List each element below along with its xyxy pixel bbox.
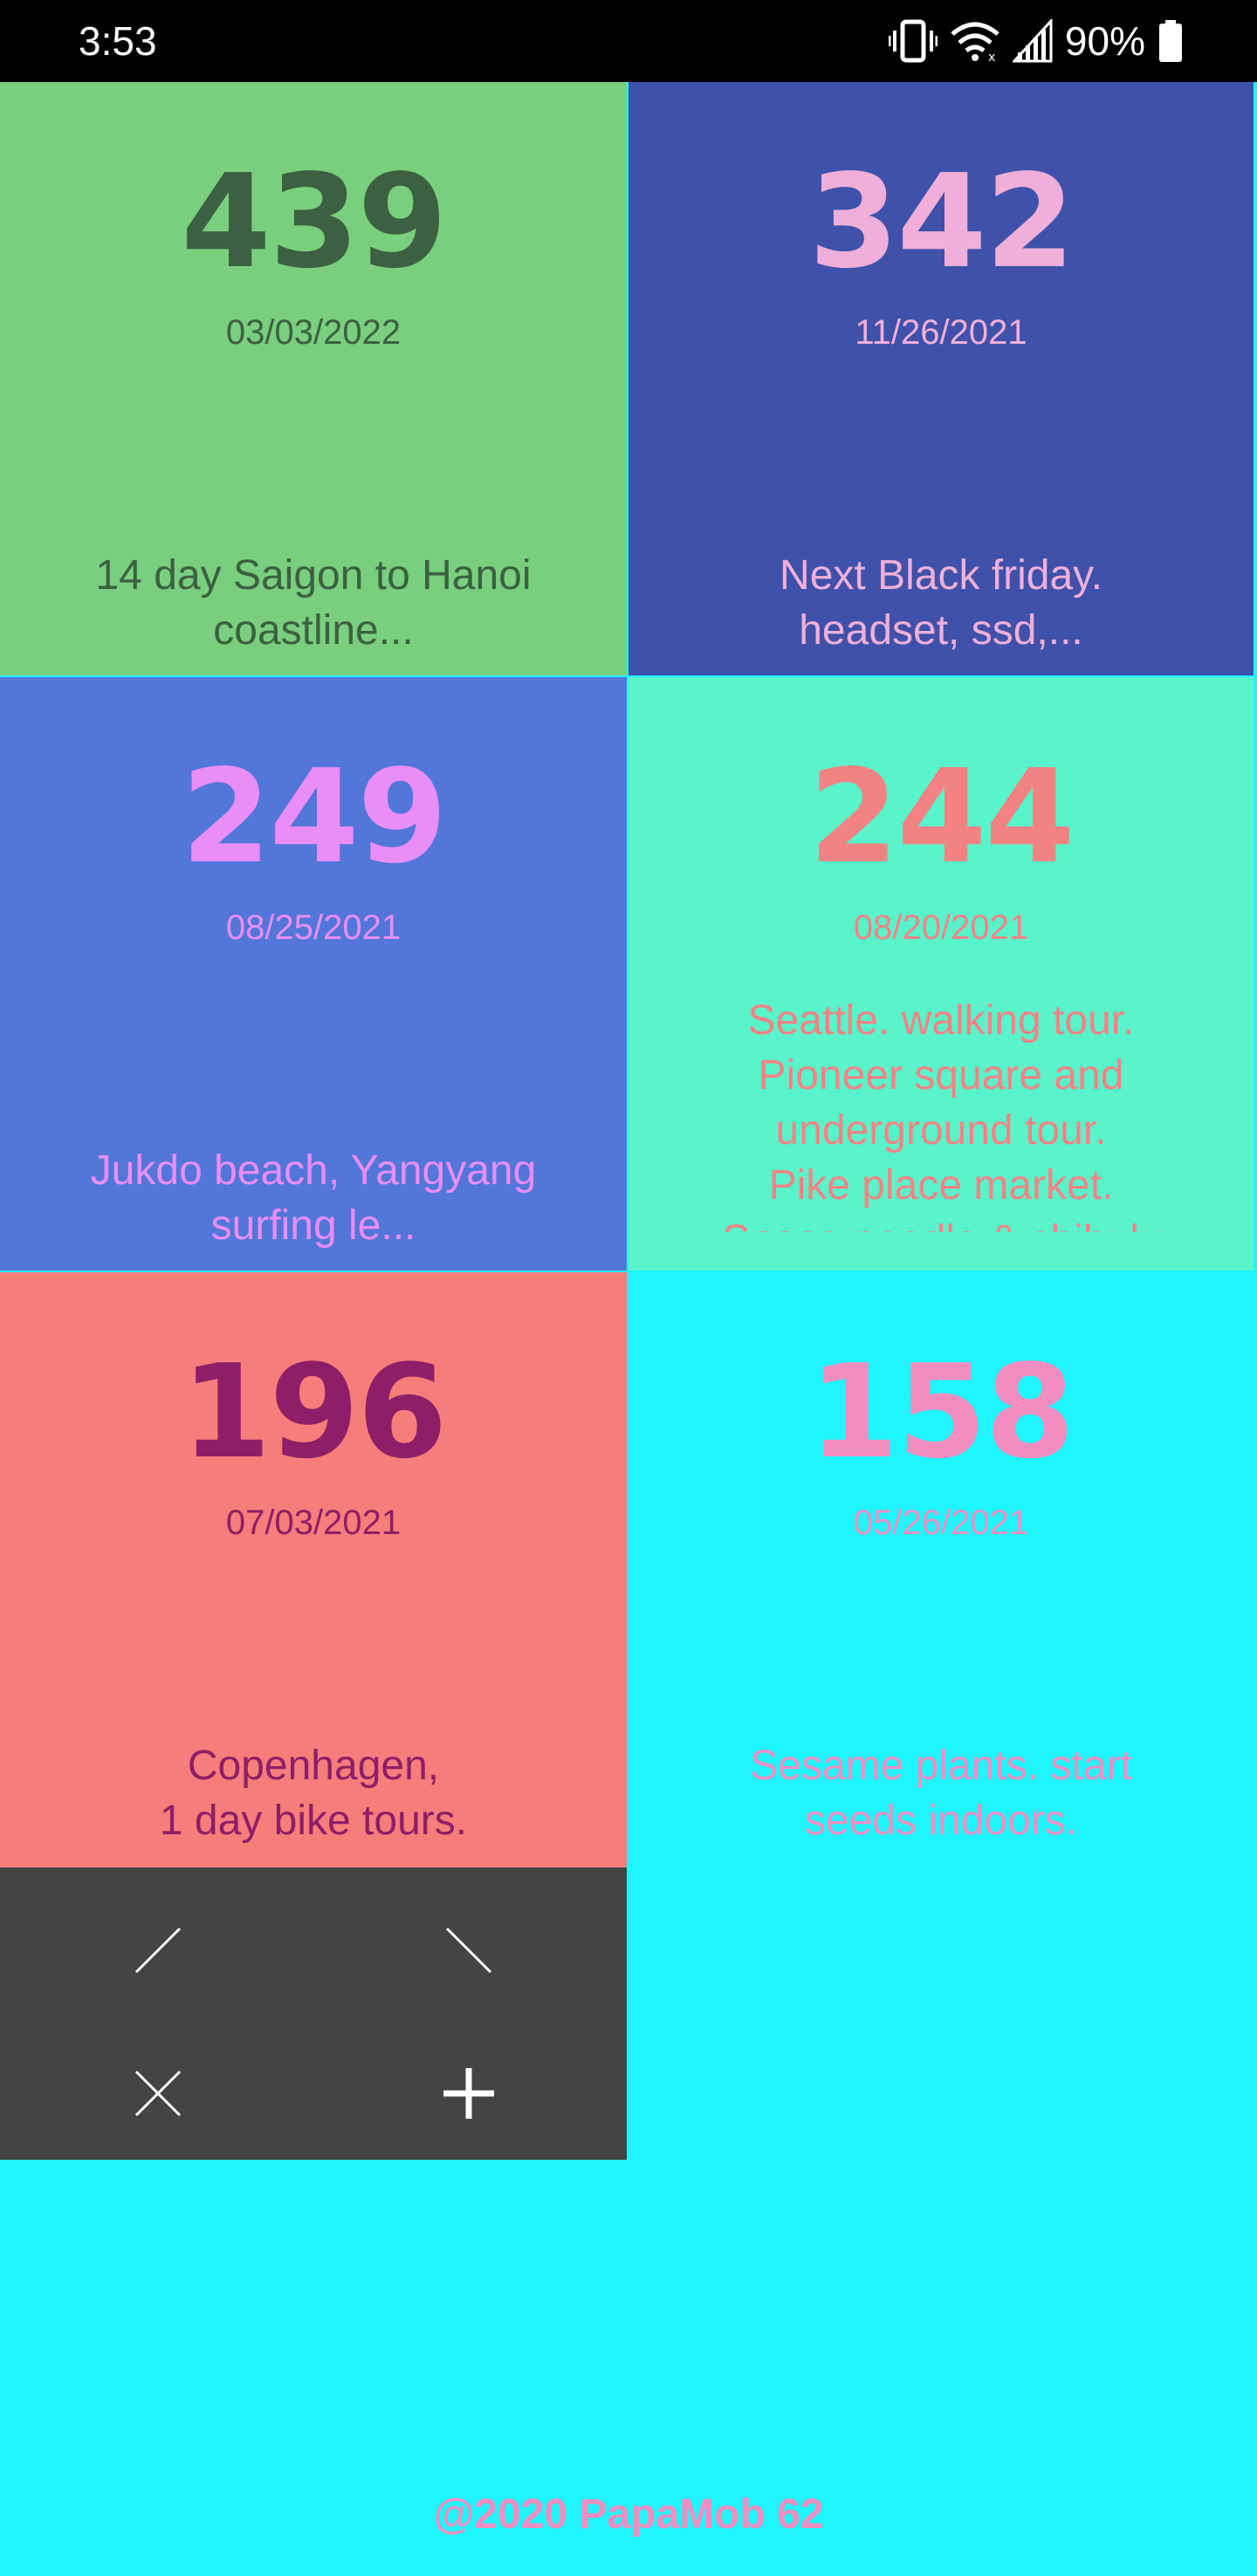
delete-button[interactable]: [119, 2054, 197, 2133]
tile-note: Next Black friday. headset, ssd,...: [780, 552, 1102, 654]
status-icons: x 90%: [888, 16, 1184, 66]
tile-date: 05/26/2021: [853, 1504, 1029, 1542]
tile-note: Jukdo beach, Yangyang surfing le...: [90, 1148, 537, 1249]
screen: 3:53 x 90% 439 03/03/2022 14 day Saigon …: [0, 0, 1257, 2576]
battery-percent: 90%: [1064, 18, 1145, 64]
tile-date: 11/26/2021: [855, 313, 1027, 352]
vibrate-icon: [888, 19, 938, 63]
svg-text:x: x: [988, 51, 995, 63]
counter-tile[interactable]: 244 08/20/2021 Seattle. walking tour. Pi…: [628, 677, 1254, 1271]
wifi-icon: x: [951, 22, 999, 63]
counter-tile[interactable]: 439 03/03/2022 14 day Saigon to Hanoi co…: [0, 82, 627, 675]
counter-tile[interactable]: 158 05/26/2021 Sesame plants. start seed…: [628, 1272, 1254, 1867]
line-up-icon: [134, 1927, 182, 1974]
tile-date: 08/25/2021: [225, 908, 402, 947]
status-time: 3:53: [79, 18, 157, 64]
tile-note: Sesame plants. start seeds indoors.: [750, 1743, 1132, 1844]
tile-note: Copenhagen, 1 day bike tours.: [159, 1743, 468, 1844]
battery-icon: [1159, 20, 1182, 62]
tile-date: 08/20/2021: [853, 908, 1029, 947]
close-icon: [134, 2070, 182, 2117]
footer-credit: @2020 PapaMob 62: [433, 2491, 824, 2538]
tile-day-count: 439: [181, 147, 448, 297]
tile-day-count: 158: [808, 1337, 1075, 1487]
tile-day-count: 196: [181, 1337, 448, 1487]
tile-note: Seattle. walking tour. Pioneer square an…: [722, 997, 1160, 1232]
counter-tile[interactable]: 196 07/03/2021 Copenhagen, 1 day bike to…: [0, 1272, 627, 1867]
control-panel: [0, 1867, 627, 2160]
status-bar: 3:53 x 90%: [0, 0, 1257, 82]
line-down-button[interactable]: [429, 1911, 508, 1990]
signal-icon: [1012, 19, 1053, 63]
counter-tile[interactable]: 342 11/26/2021 Next Black friday. headse…: [628, 82, 1254, 675]
line-down-icon: [445, 1927, 492, 1974]
add-icon: [443, 2068, 494, 2119]
tile-date: 07/03/2021: [225, 1504, 402, 1542]
counter-tile[interactable]: 249 08/25/2021 Jukdo beach, Yangyang sur…: [0, 677, 627, 1271]
tile-day-count: 244: [808, 742, 1075, 892]
tile-day-count: 249: [181, 742, 448, 892]
line-up-button[interactable]: [119, 1911, 197, 1990]
tile-day-count: 342: [808, 147, 1075, 297]
tile-date: 03/03/2022: [225, 313, 402, 352]
add-button[interactable]: [429, 2054, 508, 2133]
tile-note: 14 day Saigon to Hanoi coastline...: [95, 552, 532, 654]
